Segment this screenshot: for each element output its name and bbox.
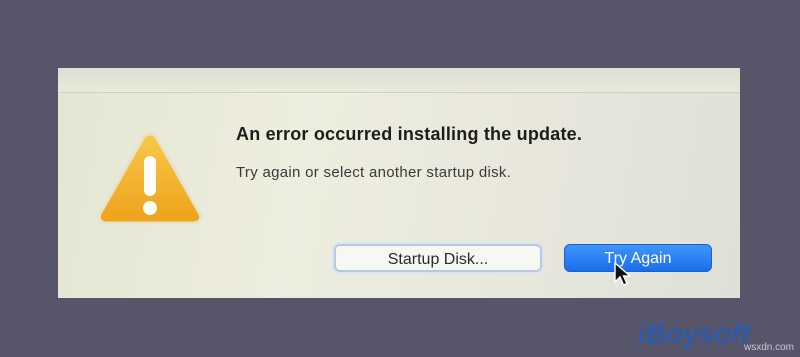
dialog-message: Try again or select another startup disk… <box>236 164 512 181</box>
startup-disk-button[interactable]: Startup Disk... <box>334 244 542 272</box>
warning-triangle-icon <box>97 132 203 225</box>
dialog-photo: An error occurred installing the update.… <box>58 68 740 298</box>
window-top-edge <box>58 68 740 93</box>
try-again-button[interactable]: Try Again <box>564 244 712 272</box>
dialog-title: An error occurred installing the update. <box>236 124 583 144</box>
brand-logo: iBoysoft <box>638 318 750 349</box>
site-watermark: wsxdn.com <box>743 342 794 353</box>
mouse-pointer-icon <box>614 262 632 286</box>
